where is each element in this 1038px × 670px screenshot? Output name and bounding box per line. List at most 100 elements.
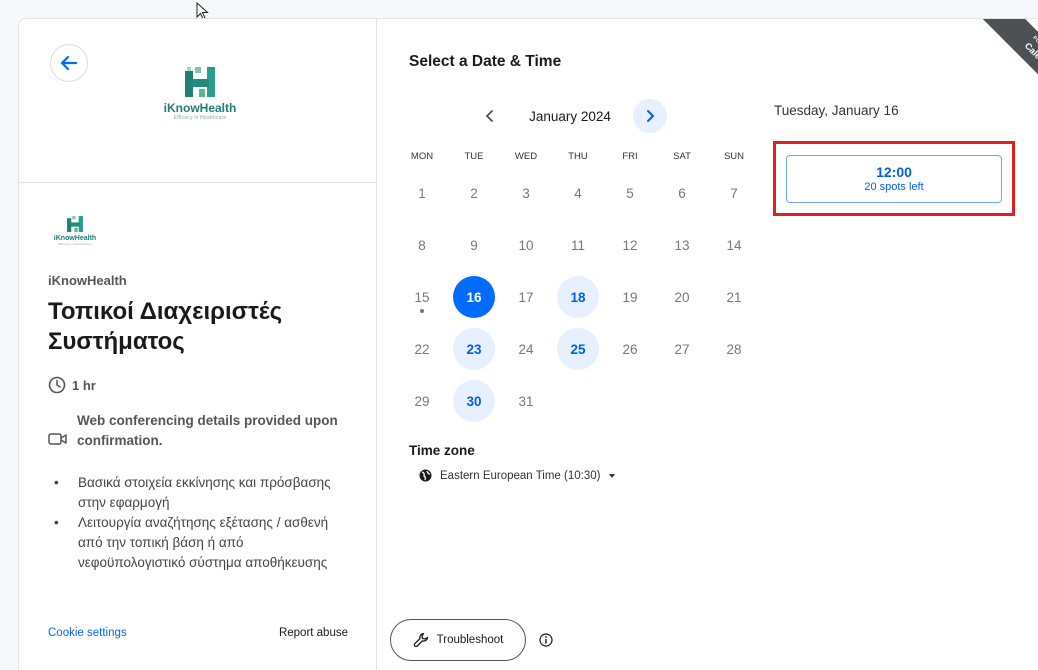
slot-time: 12:00 xyxy=(876,164,912,180)
conferencing-text: Web conferencing details provided upon c… xyxy=(77,413,338,448)
calendar-day: 10 xyxy=(500,219,552,271)
brand-header: iKnowHealth Efficacy in Healthcare xyxy=(19,19,377,183)
conferencing-info: Web conferencing details provided upon c… xyxy=(48,411,348,451)
calendar-day: 9 xyxy=(448,219,500,271)
globe-icon xyxy=(419,469,432,482)
calendar-day: 5 xyxy=(604,167,656,219)
calendar-day: 17 xyxy=(500,271,552,323)
previous-month-button[interactable] xyxy=(473,99,507,133)
day-number: 19 xyxy=(622,289,638,305)
cookie-settings-link[interactable]: Cookie settings xyxy=(48,627,127,639)
timezone-heading: Time zone xyxy=(409,443,475,458)
day-number: 30 xyxy=(453,380,495,422)
calendar-grid: MON TUE WED THU FRI SAT SUN 1 2 3 4 5 6 7 8 9 10 11 12 13 1… xyxy=(396,151,760,427)
powered-by-ribbon[interactable]: POWERED BY Calendly xyxy=(954,19,1038,124)
calendar-day: 13 xyxy=(656,219,708,271)
calendar-day: 6 xyxy=(656,167,708,219)
weekday-label: SAT xyxy=(673,151,691,162)
troubleshoot-label: Troubleshoot xyxy=(436,634,504,646)
day-number: 22 xyxy=(414,341,430,357)
event-description: Βασικά στοιχεία εκκίνησης και πρόσβασης … xyxy=(48,473,348,595)
day-number: 31 xyxy=(518,393,534,409)
calendar-day: 14 xyxy=(708,219,760,271)
scheduler-title: Select a Date & Time xyxy=(409,53,562,70)
event-details-panel: iKnowHealth Efficacy in Healthcare iKnow… xyxy=(19,19,377,670)
weekday-label: WED xyxy=(514,151,538,162)
calendar-day: 19 xyxy=(604,271,656,323)
day-number: 27 xyxy=(674,341,690,357)
time-slot-button[interactable]: 12:00 20 spots left xyxy=(786,155,1002,203)
chevron-right-icon xyxy=(647,110,655,122)
day-number: 12 xyxy=(622,237,638,253)
weekday-label: THU xyxy=(568,151,588,162)
chevron-left-icon xyxy=(485,110,493,122)
calendar-day: 8 xyxy=(396,219,448,271)
day-number: 26 xyxy=(622,341,638,357)
booking-card: iKnowHealth Efficacy in Healthcare iKnow… xyxy=(18,18,1038,670)
weekday-label: SUN xyxy=(723,151,745,162)
day-number: 1 xyxy=(418,185,426,201)
back-button[interactable] xyxy=(50,44,88,82)
selected-day-heading: Tuesday, January 16 xyxy=(774,103,899,118)
day-number: 10 xyxy=(518,237,534,253)
calendar-weeks: 1 2 3 4 5 6 7 8 9 10 11 12 13 14 15 16 17 18 19 20 21 22 23 24 2… xyxy=(396,167,760,427)
calendar-day-available[interactable]: 18 xyxy=(552,271,604,323)
calendar-day: 28 xyxy=(708,323,760,375)
brand-name-small: iKnowHealth xyxy=(53,235,97,242)
calendar-day: 12 xyxy=(604,219,656,271)
day-number: 24 xyxy=(518,341,534,357)
calendar-day: 2 xyxy=(448,167,500,219)
arrow-left-icon xyxy=(60,55,78,71)
brand-logo: iKnowHealth Efficacy in Healthcare xyxy=(140,65,260,121)
month-navigation: January 2024 xyxy=(473,99,667,133)
calendar-day: 22 xyxy=(396,323,448,375)
brand-tagline: Efficacy in Healthcare xyxy=(173,115,227,121)
brand-logo-small-icon xyxy=(67,216,83,232)
day-number: 9 xyxy=(470,237,478,253)
timezone-value: Eastern European Time (10:30) xyxy=(440,469,601,482)
calendar-day-selected[interactable]: 16 xyxy=(448,271,500,323)
calendar-day: 24 xyxy=(500,323,552,375)
video-camera-icon xyxy=(48,433,67,445)
timezone-select[interactable]: Eastern European Time (10:30) xyxy=(419,469,616,482)
day-number: 4 xyxy=(574,185,582,201)
calendar-day: 21 xyxy=(708,271,760,323)
description-item: Λειτουργία αναζήτησης εξέτασης / ασθενή … xyxy=(48,513,348,573)
day-number: 23 xyxy=(453,328,495,370)
calendar-day: 1 xyxy=(396,167,448,219)
calendar-day-available[interactable]: 30 xyxy=(448,375,500,427)
calendar-week: 1 2 3 4 5 6 7 xyxy=(396,167,760,219)
next-month-button[interactable] xyxy=(633,99,667,133)
calendar-day: 20 xyxy=(656,271,708,323)
day-number: 15 xyxy=(414,289,430,305)
calendar-day-available[interactable]: 25 xyxy=(552,323,604,375)
weekday-label: TUE xyxy=(464,151,484,162)
calendar-day: 29 xyxy=(396,375,448,427)
calendar-day: 27 xyxy=(656,323,708,375)
calendar-day: 7 xyxy=(708,167,760,219)
day-number: 13 xyxy=(674,237,690,253)
calendar-day-available[interactable]: 23 xyxy=(448,323,500,375)
calendar-day: 3 xyxy=(500,167,552,219)
report-abuse-link[interactable]: Report abuse xyxy=(279,627,348,639)
calendar-day: 15 xyxy=(396,271,448,323)
weekday-header: MON TUE WED THU FRI SAT SUN xyxy=(396,151,760,162)
brand-logo-icon xyxy=(185,67,215,97)
day-number: 29 xyxy=(414,393,430,409)
day-number: 16 xyxy=(453,276,495,318)
day-number: 18 xyxy=(557,276,599,318)
wrench-icon xyxy=(413,632,428,648)
month-label: January 2024 xyxy=(529,108,611,124)
day-number: 21 xyxy=(726,289,742,305)
calendar-day: 26 xyxy=(604,323,656,375)
troubleshoot-button[interactable]: Troubleshoot xyxy=(390,619,526,661)
day-number: 8 xyxy=(418,237,426,253)
calendar-week: 22 23 24 25 26 27 28 xyxy=(396,323,760,375)
organizer-name: iKnowHealth xyxy=(48,273,127,288)
info-icon[interactable] xyxy=(539,633,553,647)
duration-label: 1 hr xyxy=(72,377,96,393)
day-number: 2 xyxy=(470,185,478,201)
calendar-week: 8 9 10 11 12 13 14 xyxy=(396,219,760,271)
brand-logo-small: iKnowHealth Efficacy in Healthcare xyxy=(40,215,110,246)
event-title: Τοπικοί Διαχειριστές Συστήματος xyxy=(48,298,283,355)
